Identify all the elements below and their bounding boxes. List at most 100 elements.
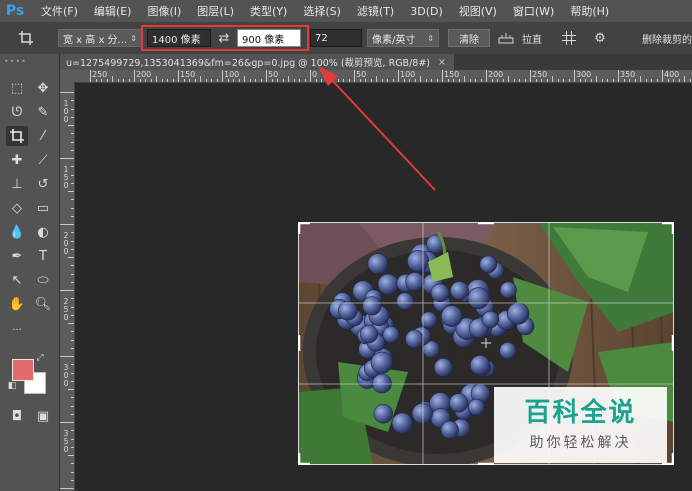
hand-tool-icon[interactable]: ✋ (6, 294, 28, 314)
lasso-tool-icon[interactable]: ᘎ (6, 102, 28, 122)
ruler-tick (574, 70, 575, 82)
ruler-tick (530, 70, 531, 82)
ruler-tick (420, 76, 421, 82)
foreground-color-swatch[interactable] (12, 359, 34, 381)
move-tool-icon[interactable]: ✥ (32, 78, 54, 98)
ruler-tick (277, 79, 278, 82)
menu-help[interactable]: 帮助(H) (562, 3, 617, 19)
ruler-tick (332, 76, 333, 82)
vertical-ruler[interactable]: 100150200250300350 (60, 82, 75, 491)
ruler-label: 0 (63, 313, 69, 322)
eyedropper-tool-icon[interactable]: ⁄ (32, 126, 54, 146)
resolution-input[interactable]: 72 (310, 29, 362, 47)
history-brush-tool-icon[interactable]: ↺ (32, 174, 54, 194)
ruler-tick (71, 314, 74, 316)
ruler-label: 100 (400, 70, 416, 79)
ruler-tick (684, 76, 685, 82)
ruler-tick (178, 70, 179, 82)
gear-icon[interactable]: ⚙ (592, 30, 608, 46)
swap-colors-icon[interactable]: ⤢ (34, 352, 46, 364)
ruler-tick (579, 79, 581, 82)
watermark-subtitle: 助你轻松解决 (529, 435, 632, 451)
stamp-tool-icon[interactable]: ⊥ (6, 174, 28, 194)
screen-mode-icon[interactable]: ▣ (32, 406, 54, 426)
ruler-tick (546, 79, 548, 82)
crop-tool-icon[interactable] (18, 30, 34, 46)
ruler-tick (71, 141, 74, 143)
menu-file[interactable]: 文件(F) (33, 3, 86, 19)
eraser-tool-icon[interactable]: ◇ (6, 198, 28, 218)
healing-tool-icon[interactable]: ✚ (6, 150, 28, 170)
quick-mask-icon[interactable]: ◘ (6, 406, 28, 426)
menu-3d[interactable]: 3D(D) (402, 5, 451, 18)
ruler-tick (68, 257, 74, 258)
menu-type[interactable]: 类型(Y) (242, 3, 295, 19)
quick-select-tool-icon[interactable]: ✎ (32, 102, 54, 122)
ruler-tick (260, 79, 262, 82)
document-tab[interactable]: u=1275499729,1353041369&fm=26&gp=0.jpg @… (60, 54, 454, 70)
ruler-tick (71, 347, 74, 349)
ruler-label: 250 (532, 70, 548, 79)
menu-edit[interactable]: 编辑(E) (86, 3, 140, 19)
ruler-tick (557, 79, 559, 82)
ruler-tick (491, 79, 493, 82)
ruler-tick (200, 76, 201, 82)
ruler-tick (568, 79, 570, 82)
ellipse-tool-icon[interactable]: ⬭ (32, 270, 54, 290)
resolution-value: 72 (315, 32, 328, 44)
ruler-label: 0 (63, 115, 69, 124)
ruler-tick (183, 79, 185, 82)
highlight-box (141, 25, 309, 51)
marquee-tool-icon[interactable]: ⬚ (6, 78, 28, 98)
ruler-tick (662, 70, 663, 82)
straighten-label[interactable]: 拉直 (518, 29, 548, 47)
ruler-label: 150 (444, 70, 460, 79)
watermark-title: 百科全说 (524, 398, 637, 428)
ruler-tick (71, 232, 74, 234)
toolbox-grip-icon[interactable]: •••• (4, 57, 27, 66)
ruler-tick (71, 182, 74, 184)
ruler-label: 0 (63, 181, 69, 190)
zoom-tool-icon[interactable]: 🔍︎ (32, 294, 54, 314)
blur-tool-icon[interactable]: 💧 (6, 222, 28, 242)
brush-tool-icon[interactable]: ⟋ (32, 150, 54, 170)
ruler-corner[interactable] (60, 70, 76, 82)
menu-view[interactable]: 视图(V) (451, 3, 505, 19)
menu-layer[interactable]: 图层(L) (189, 3, 242, 19)
menu-image[interactable]: 图像(I) (139, 3, 189, 19)
ruler-tick (189, 79, 190, 82)
ruler-tick (60, 488, 74, 489)
menu-filter[interactable]: 滤镜(T) (349, 3, 402, 19)
ruler-tick (71, 273, 74, 275)
more-tools-icon[interactable]: ··· (6, 320, 28, 340)
clear-button[interactable]: 清除 (448, 29, 490, 47)
ruler-tick (623, 79, 625, 82)
ruler-tick (90, 70, 91, 82)
ruler-tick (71, 199, 74, 201)
updown-arrow-icon: ⇕ (130, 33, 137, 43)
menu-window[interactable]: 窗口(W) (505, 3, 562, 19)
pen-tool-icon[interactable]: ✒ (6, 246, 28, 266)
resolution-unit-select[interactable]: 像素/英寸 ⇕ (367, 29, 439, 47)
ruler-label: 0 (63, 247, 69, 256)
crop-tool-icon[interactable] (6, 126, 28, 146)
horizontal-ruler[interactable]: 250 200 150 100 50 0 50 100 150 200 250 300 350 400 (76, 70, 692, 83)
type-tool-icon[interactable]: T (32, 246, 54, 266)
close-icon[interactable]: × (438, 57, 446, 68)
ruler-tick (68, 389, 74, 390)
ruler-tick (315, 79, 317, 82)
ruler-tick (60, 224, 74, 225)
crop-preset-select[interactable]: 宽 x 高 x 分... ⇕ (58, 29, 142, 47)
ruler-tick (60, 92, 74, 93)
path-select-tool-icon[interactable]: ↖ (6, 270, 28, 290)
ruler-tick (673, 79, 674, 82)
dodge-tool-icon[interactable]: ◐ (32, 222, 54, 242)
gradient-tool-icon[interactable]: ▭ (32, 198, 54, 218)
ruler-tick (618, 70, 619, 82)
menu-select[interactable]: 选择(S) (295, 3, 349, 19)
grid-overlay-icon[interactable] (561, 30, 577, 46)
default-colors-icon[interactable]: ◧ (6, 380, 18, 392)
straighten-icon[interactable] (498, 30, 514, 46)
ruler-tick (310, 70, 311, 82)
ruler-tick (68, 191, 74, 192)
